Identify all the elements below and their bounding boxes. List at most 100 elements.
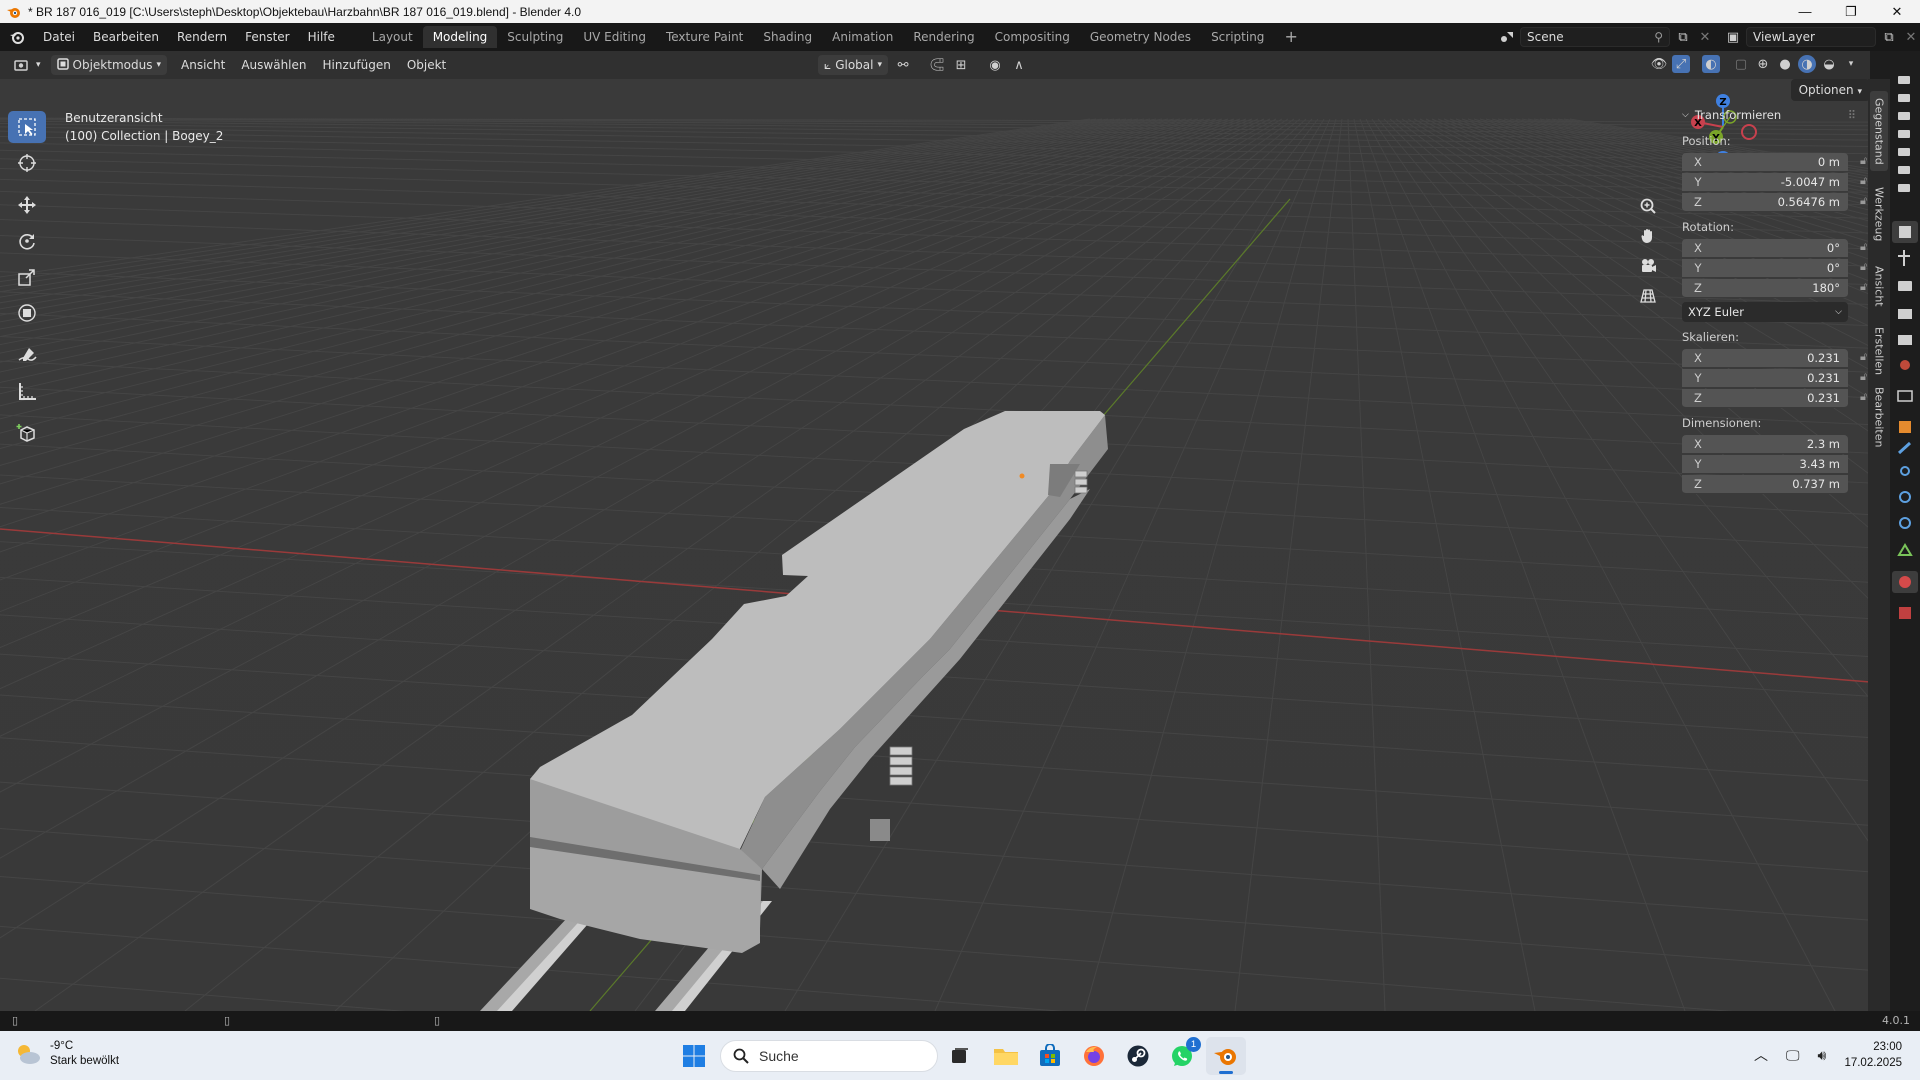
viewlayer-icon[interactable]: ▣: [1724, 28, 1742, 46]
tab-texture-paint[interactable]: Texture Paint: [656, 26, 753, 48]
menu-fenster[interactable]: Fenster: [236, 26, 299, 48]
tab-geometry-nodes[interactable]: Geometry Nodes: [1080, 26, 1201, 48]
dimensions-y-field[interactable]: Y 3.43 m: [1682, 454, 1848, 474]
position-y-field[interactable]: Y -5.0047 m: [1682, 172, 1848, 192]
xray-icon[interactable]: ▢: [1732, 55, 1750, 73]
task-view-icon[interactable]: [940, 1037, 980, 1075]
minimize-button[interactable]: —: [1782, 0, 1828, 23]
lock-icon[interactable]: 🔓︎: [1860, 350, 1867, 364]
scale-z-field[interactable]: Z 0.231: [1682, 388, 1848, 408]
rotation-z-field[interactable]: Z 180°: [1682, 278, 1848, 298]
tab-modeling[interactable]: Modeling: [422, 26, 498, 48]
sidebar-tab-erstellen[interactable]: Erstellen: [1870, 324, 1888, 379]
viewport-menu-ansicht[interactable]: Ansicht: [173, 58, 233, 72]
start-button[interactable]: [674, 1037, 714, 1075]
viewport-menu-objekt[interactable]: Objekt: [399, 58, 454, 72]
material-shading-icon[interactable]: ◑: [1798, 55, 1816, 73]
viewlayer-name-field[interactable]: ViewLayer: [1746, 27, 1876, 47]
firefox-icon[interactable]: [1074, 1037, 1114, 1075]
visibility-icon[interactable]: 👁︎: [1650, 55, 1668, 73]
transform-tool[interactable]: [8, 297, 46, 329]
position-z-field[interactable]: Z 0.56476 m: [1682, 192, 1848, 212]
camera-view-icon[interactable]: [1634, 252, 1662, 280]
gizmo-toggle-icon[interactable]: ⤢: [1672, 55, 1690, 73]
maximize-button[interactable]: ❐: [1828, 0, 1874, 23]
lock-icon[interactable]: 🔓︎: [1860, 174, 1867, 188]
tab-uv-editing[interactable]: UV Editing: [573, 26, 656, 48]
viewport-menu-auswählen[interactable]: Auswählen: [233, 58, 314, 72]
menu-datei[interactable]: Datei: [34, 26, 84, 48]
measure-tool[interactable]: [8, 375, 46, 407]
delete-viewlayer-icon[interactable]: ✕: [1902, 28, 1920, 46]
lock-icon[interactable]: 🔓︎: [1860, 280, 1867, 294]
lock-icon[interactable]: 🔓︎: [1860, 370, 1867, 384]
shading-options-icon[interactable]: ▾: [1842, 55, 1860, 73]
add-cube-tool[interactable]: [8, 417, 46, 449]
lock-icon[interactable]: 🔓︎: [1860, 240, 1867, 254]
whatsapp-icon[interactable]: 1: [1162, 1037, 1202, 1075]
wireframe-shading-icon[interactable]: ⊕: [1754, 55, 1772, 73]
move-tool[interactable]: [8, 189, 46, 221]
orientation-dropdown[interactable]: ⟀ Global ▾: [818, 55, 889, 75]
drag-handle-icon[interactable]: ⠿: [1848, 108, 1857, 122]
snap-target-icon[interactable]: ⊞: [952, 56, 970, 74]
tab-compositing[interactable]: Compositing: [985, 26, 1080, 48]
pivot-icon[interactable]: ⚯: [894, 56, 912, 74]
rotation-mode-dropdown[interactable]: XYZ Euler ⌵: [1682, 302, 1848, 322]
overlay-toggle-icon[interactable]: ◐: [1702, 55, 1720, 73]
solid-shading-icon[interactable]: ●: [1776, 55, 1794, 73]
copy-scene-icon[interactable]: ⧉: [1674, 28, 1692, 46]
dimensions-z-field[interactable]: Z 0.737 m: [1682, 474, 1848, 494]
scale-tool[interactable]: [8, 261, 46, 293]
tab-shading[interactable]: Shading: [753, 26, 822, 48]
scene-icon[interactable]: [1498, 28, 1516, 46]
menu-rendern[interactable]: Rendern: [168, 26, 236, 48]
falloff-icon[interactable]: ∧: [1010, 56, 1028, 74]
tab-rendering[interactable]: Rendering: [903, 26, 984, 48]
copy-viewlayer-icon[interactable]: ⧉: [1880, 28, 1898, 46]
transform-panel-header[interactable]: ⌵ Transformieren ⠿: [1682, 104, 1857, 126]
steam-icon[interactable]: [1118, 1037, 1158, 1075]
sidebar-tab-bearbeiten[interactable]: Bearbeiten: [1870, 385, 1888, 450]
lock-icon[interactable]: 🔓︎: [1860, 260, 1867, 274]
file-explorer-icon[interactable]: [986, 1037, 1026, 1075]
dimensions-x-field[interactable]: X 2.3 m: [1682, 434, 1848, 454]
rotation-y-field[interactable]: Y 0°: [1682, 258, 1848, 278]
pin-icon[interactable]: ⚲: [1654, 28, 1663, 46]
menu-hilfe[interactable]: Hilfe: [299, 26, 344, 48]
volume-icon[interactable]: 🔊︎: [1818, 1047, 1827, 1064]
mode-dropdown[interactable]: Objektmodus ▾: [50, 55, 168, 75]
tab-animation[interactable]: Animation: [822, 26, 903, 48]
blender-logo-icon[interactable]: [0, 29, 34, 45]
select-box-tool[interactable]: [8, 111, 46, 143]
delete-scene-icon[interactable]: ✕: [1696, 28, 1714, 46]
blender-taskbar-icon[interactable]: [1206, 1037, 1246, 1075]
menu-bearbeiten[interactable]: Bearbeiten: [84, 26, 168, 48]
sidebar-tab-werkzeug[interactable]: Werkzeug: [1870, 179, 1888, 249]
tray-overflow-icon[interactable]: ︿: [1754, 1045, 1768, 1065]
add-workspace-button[interactable]: +: [1274, 26, 1307, 48]
snap-icon[interactable]: 🧲︎: [928, 56, 946, 74]
pan-hand-icon[interactable]: [1634, 222, 1662, 250]
microsoft-store-icon[interactable]: [1030, 1037, 1070, 1075]
viewport-menu-hinzufügen[interactable]: Hinzufügen: [315, 58, 399, 72]
options-dropdown[interactable]: Optionen ▾: [1790, 79, 1870, 101]
scene-canvas[interactable]: [0, 79, 1870, 1011]
sidebar-tab-ansicht[interactable]: Ansicht: [1870, 259, 1888, 314]
tab-layout[interactable]: Layout: [362, 26, 423, 48]
annotate-tool[interactable]: [8, 339, 46, 371]
3d-viewport[interactable]: Benutzeransicht (100) Collection | Bogey…: [0, 79, 1870, 1011]
tab-sculpting[interactable]: Sculpting: [497, 26, 573, 48]
editor-type-button[interactable]: ▾: [8, 55, 47, 75]
taskbar-search[interactable]: Suche: [720, 1040, 938, 1072]
rotation-x-field[interactable]: X 0°: [1682, 238, 1848, 258]
perspective-toggle-icon[interactable]: [1634, 282, 1662, 310]
scale-y-field[interactable]: Y 0.231: [1682, 368, 1848, 388]
zoom-icon[interactable]: [1634, 192, 1662, 220]
weather-widget[interactable]: -9°C Stark bewölkt: [14, 1039, 119, 1069]
position-x-field[interactable]: X 0 m: [1682, 152, 1848, 172]
cursor-tool[interactable]: [8, 147, 46, 179]
network-icon[interactable]: 🖵︎: [1786, 1047, 1800, 1064]
sidebar-tab-gegenstand[interactable]: Gegenstand: [1870, 91, 1888, 171]
clock[interactable]: 23:00 17.02.2025: [1844, 1039, 1902, 1071]
